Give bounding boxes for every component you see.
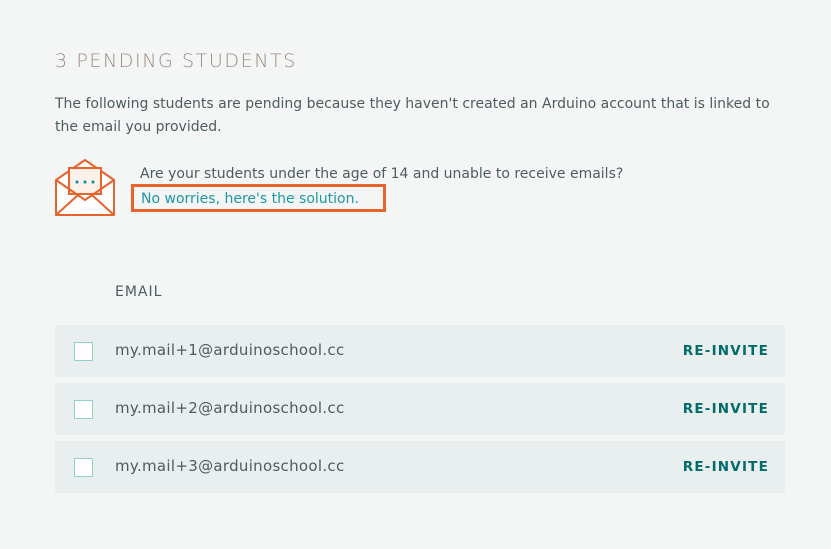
pending-description: The following students are pending becau… <box>55 96 770 135</box>
student-email-3: my.mail+3@arduinoschool.cc <box>115 457 345 475</box>
student-email-2: my.mail+2@arduinoschool.cc <box>115 399 345 417</box>
age-notice-text: Are your students under the age of 14 an… <box>140 166 624 182</box>
reinvite-button-1[interactable]: RE-INVITE <box>683 343 769 359</box>
page-title: 3 PENDING STUDENTS <box>55 50 297 72</box>
envelope-icon <box>55 159 115 216</box>
reinvite-button-2[interactable]: RE-INVITE <box>683 401 769 417</box>
student-checkbox-1[interactable] <box>74 342 93 361</box>
pending-student-list: my.mail+1@arduinoschool.cc RE-INVITE my.… <box>55 325 785 499</box>
student-row-3: my.mail+3@arduinoschool.cc RE-INVITE <box>55 441 785 493</box>
solution-link[interactable]: No worries, here's the solution. <box>131 184 386 212</box>
student-checkbox-3[interactable] <box>74 458 93 477</box>
student-checkbox-2[interactable] <box>74 400 93 419</box>
email-column-header: EMAIL <box>115 284 163 300</box>
student-row-1: my.mail+1@arduinoschool.cc RE-INVITE <box>55 325 785 377</box>
student-email-1: my.mail+1@arduinoschool.cc <box>115 341 345 359</box>
reinvite-button-3[interactable]: RE-INVITE <box>683 459 769 475</box>
student-row-2: my.mail+2@arduinoschool.cc RE-INVITE <box>55 383 785 435</box>
